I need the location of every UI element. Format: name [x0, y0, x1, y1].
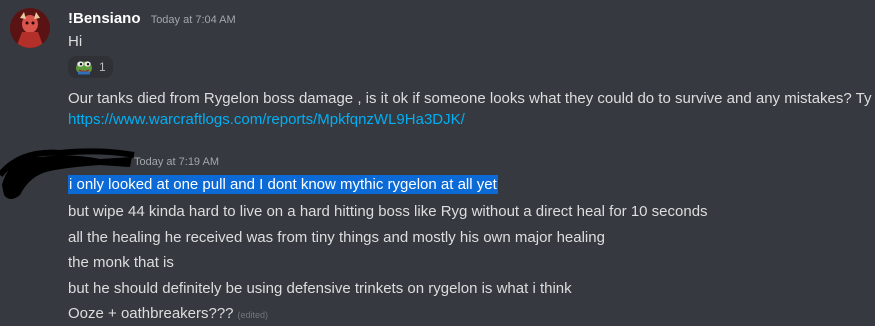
- avatar-figure-icon: [10, 8, 50, 48]
- avatar[interactable]: [10, 8, 50, 48]
- reaction-count: 1: [99, 60, 106, 74]
- message-text-selected: i only looked at one pull and I dont kno…: [68, 175, 498, 194]
- username-text[interactable]: !Bensiano: [68, 10, 141, 27]
- message-text: the monk that is: [68, 254, 174, 271]
- message-text: but wipe 44 kinda hard to live on a hard…: [68, 203, 708, 220]
- message-text: Hi: [68, 33, 83, 50]
- pepe-frog-icon: [76, 61, 92, 75]
- report-link[interactable]: https://www.warcraftlogs.com/reports/Mpk…: [68, 111, 465, 128]
- reaction-button[interactable]: 1: [68, 56, 113, 78]
- message-text: all the healing he received was from tin…: [68, 229, 605, 246]
- timestamp[interactable]: Today at 7:04 AM: [151, 14, 236, 26]
- message-text: Our tanks died from Rygelon boss damage …: [68, 90, 872, 107]
- selected-text: i only looked at one pull and I dont kno…: [68, 175, 498, 194]
- message-text: but he should definitely be using defens…: [68, 280, 572, 297]
- edited-label: (edited): [237, 310, 269, 320]
- username[interactable]: !Bensiano Today at 7:04 AM: [68, 10, 236, 27]
- message-text-last: Ooze + oathbreakers??? (edited): [68, 305, 268, 322]
- timestamp[interactable]: Today at 7:19 AM: [134, 156, 219, 168]
- message-text: Ooze + oathbreakers???: [68, 305, 234, 322]
